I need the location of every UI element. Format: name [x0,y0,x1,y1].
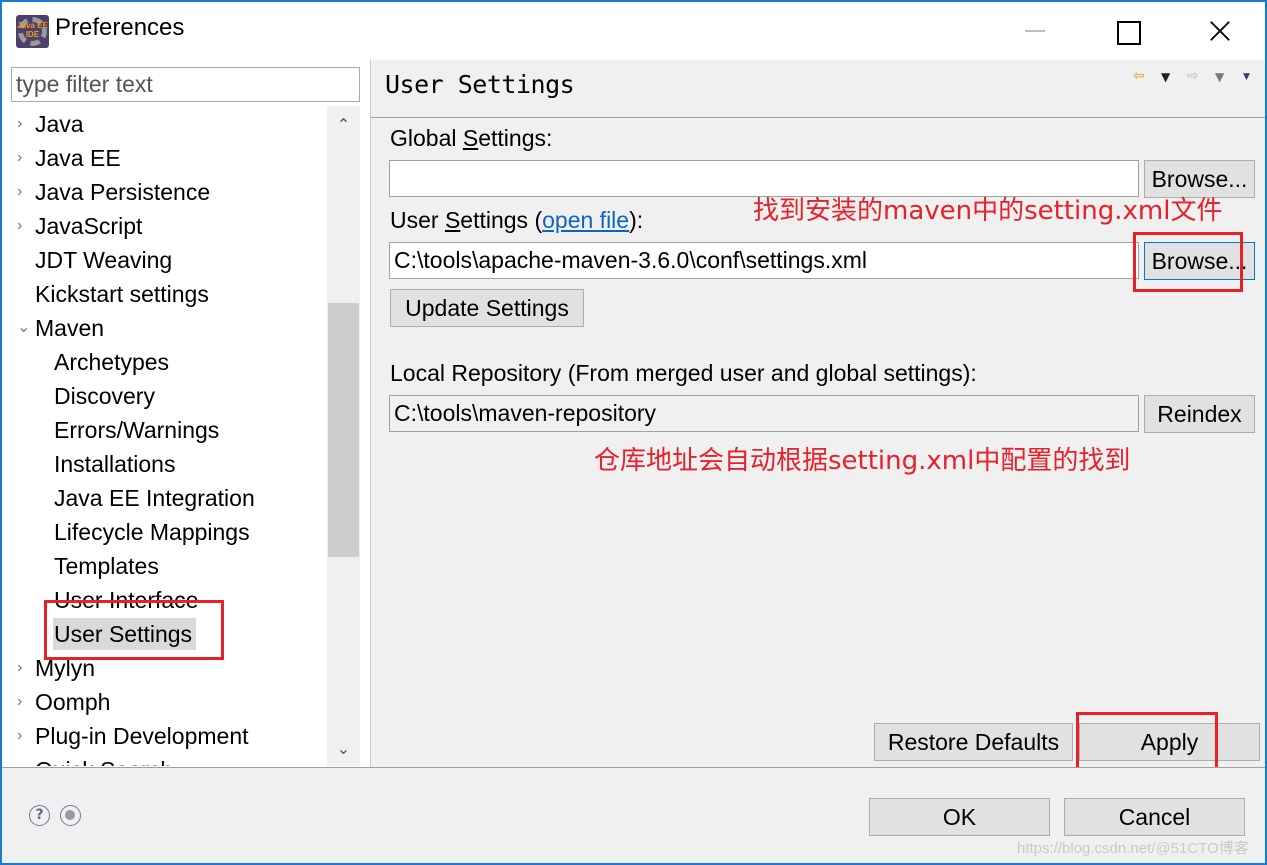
tree-item[interactable]: User Settings [2,617,327,651]
scroll-thumb[interactable] [328,303,359,557]
apply-button[interactable]: Apply [1079,723,1260,761]
label-part: Global [390,125,463,151]
tree-item-label: Java EE [35,145,121,171]
preferences-window: Java EE IDE Preferences ›Java›Java EE›Ja… [0,0,1267,865]
record-icon[interactable] [60,805,81,826]
tree-item-label: Archetypes [54,349,170,375]
tree-item-label: JDT Weaving [35,247,173,273]
chevron-right-icon[interactable]: › [17,141,29,175]
global-settings-label: Global Settings: [390,125,552,152]
tree-item-label: Plug-in Development [35,723,249,749]
tree-item[interactable]: User Interface [2,583,327,617]
label-part: ): [629,207,644,233]
preference-page: User Settings ⇦ ▼ ⇨ ▼ ▼ Global Settings:… [371,60,1265,767]
tree-item-label: Maven [35,315,105,341]
back-menu-icon[interactable]: ▼ [1161,70,1170,84]
forward-menu-icon[interactable]: ▼ [1215,70,1224,84]
tree-item-label: Templates [54,553,159,579]
tree-item[interactable]: Java EE Integration [2,481,327,515]
tree-item-label: Oomph [35,689,111,715]
scroll-down-icon[interactable]: ⌄ [327,732,360,766]
back-arrow-icon[interactable]: ⇦ [1133,68,1145,84]
chevron-right-icon[interactable]: › [17,651,29,685]
tree-item[interactable]: › JavaScript [2,209,327,243]
tree-item[interactable]: Discovery [2,379,327,413]
tree-item[interactable]: Quick Search [2,753,327,766]
tree-item-label: Mylyn [35,655,96,681]
cancel-button[interactable]: Cancel [1064,798,1245,836]
tree-item[interactable]: Lifecycle Mappings [2,515,327,549]
tree-item-label: User Settings [53,618,197,650]
title-bar: Java EE IDE Preferences [2,2,1265,60]
local-repository-field: C:\tools\maven-repository [389,395,1139,432]
tree-item-label: Java EE Integration [54,485,255,511]
chevron-right-icon[interactable]: › [17,175,29,209]
tree-item-label: Java Persistence [35,179,211,205]
tree-item[interactable]: › Java Persistence [2,175,327,209]
tree-item[interactable]: Installations [2,447,327,481]
tree-item[interactable]: › Plug-in Development [2,719,327,753]
java-ee-ide-icon: Java EE IDE [16,15,49,48]
chevron-down-icon[interactable]: ⌄ [17,311,30,345]
local-repository-label: Local Repository (From merged user and g… [390,360,977,386]
page-title: User Settings [385,70,575,99]
tree-item-label: Kickstart settings [35,281,209,307]
preference-tree: › Java › Java EE › Java Persistence › JavaScrip… [2,106,360,766]
tree-item-label: User Interface [54,587,199,613]
tree-item[interactable]: › Java [2,107,327,141]
tree-item-label: Java [35,111,84,137]
tree-item-label: Discovery [54,383,155,409]
tree-item[interactable]: › Mylyn [2,651,327,685]
tree-item[interactable]: › Oomph [2,685,327,719]
app-icon-text: Java EE IDE [17,21,48,39]
tree-item[interactable]: Templates [2,549,327,583]
annotation-find-settings: 找到安装的maven中的setting.xml文件 [753,196,1223,226]
tree-item-label: Lifecycle Mappings [54,519,250,545]
ok-button[interactable]: OK [869,798,1050,836]
chevron-right-icon[interactable]: › [17,719,29,753]
tree-item-label: Installations [54,451,176,477]
chevron-right-icon[interactable]: › [17,107,29,141]
close-button[interactable] [1174,2,1266,60]
user-settings-field[interactable]: C:\tools\apache-maven-3.6.0\conf\setting… [389,242,1139,279]
chevron-right-icon[interactable]: › [17,209,29,243]
page-header: User Settings ⇦ ▼ ⇨ ▼ ▼ [371,60,1265,118]
label-part: ettings ( [460,207,543,233]
tree-item-label: Errors/Warnings [54,417,220,443]
reindex-button[interactable]: Reindex [1144,395,1255,433]
label-part: ettings: [478,125,553,151]
annotation-repo-auto: 仓库地址会自动根据setting.xml中配置的找到 [594,446,1131,476]
mnemonic: S [462,125,479,151]
watermark: https://blog.csdn.net/@51CTO博客 [1017,840,1249,857]
help-icon[interactable]: ? [29,805,50,826]
tree-item-label: Quick Search [35,753,177,766]
tree-item[interactable]: ⌄ Maven [2,311,327,345]
tree-item-label: JavaScript [35,213,143,239]
scroll-up-icon[interactable]: ⌃ [327,108,360,142]
label-part: User [390,207,445,233]
tree-item[interactable]: JDT Weaving [2,243,327,277]
tree-item[interactable]: Kickstart settings [2,277,327,311]
restore-defaults-button[interactable]: Restore Defaults [874,723,1073,761]
tree-scrollbar[interactable]: ⌃ ⌄ [327,106,360,766]
mnemonic: S [444,207,461,233]
view-menu-icon[interactable]: ▼ [1243,72,1250,82]
update-settings-button[interactable]: Update Settings [390,289,584,327]
tree-item[interactable]: Archetypes [2,345,327,379]
user-settings-label: User Settings (open file): [390,207,643,234]
window-title: Preferences [55,14,185,41]
tree-item[interactable]: Errors/Warnings [2,413,327,447]
filter-input[interactable] [11,67,360,102]
forward-arrow-icon[interactable]: ⇨ [1187,68,1199,84]
tree-item[interactable]: › Java EE [2,141,327,175]
open-file-link[interactable]: open file [542,207,629,233]
user-browse-button[interactable]: Browse... [1144,242,1255,280]
minimize-button[interactable] [990,2,1082,60]
maximize-button[interactable] [1082,2,1174,60]
chevron-right-icon[interactable]: › [17,685,29,719]
